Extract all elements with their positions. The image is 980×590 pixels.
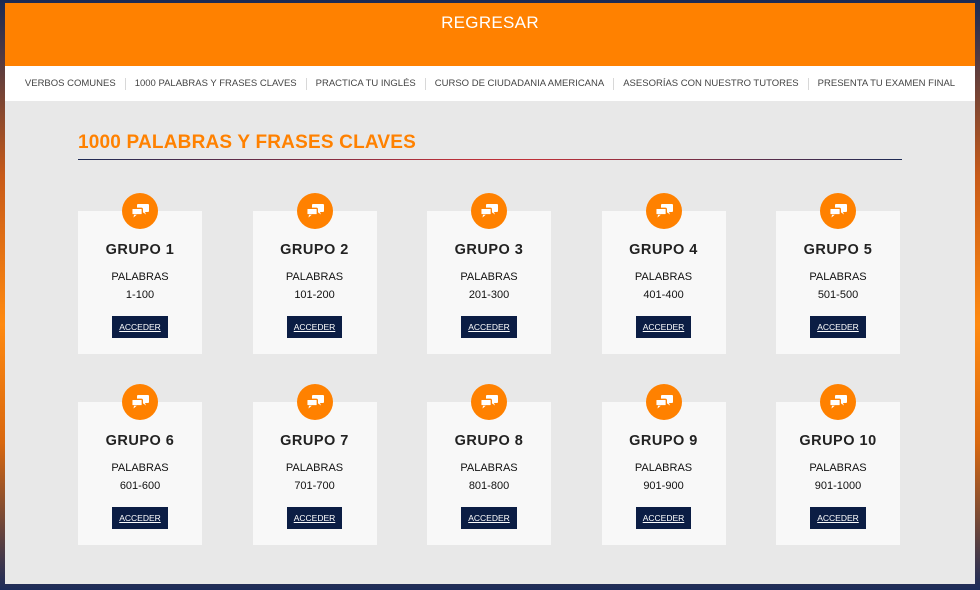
acceder-button-3[interactable]: ACCEDER <box>461 316 517 338</box>
group-card-4: GRUPO 4 PALABRAS 401-400 ACCEDER <box>601 193 726 354</box>
group-title: GRUPO 7 <box>280 433 349 449</box>
group-title: GRUPO 8 <box>454 433 524 449</box>
group-card-10: GRUPO 10 PALABRAS 901-1000 ACCEDER <box>776 384 900 545</box>
nav-item-verbos-comunes[interactable]: VERBOS COMUNES <box>16 77 126 90</box>
group-title: GRUPO 3 <box>454 242 524 258</box>
acceder-button-7[interactable]: ACCEDER <box>286 507 343 529</box>
acceder-button-8[interactable]: ACCEDER <box>461 507 517 529</box>
chat-bubbles-icon <box>471 384 507 420</box>
group-card-grid: GRUPO 1 PALABRAS 1-100 ACCEDER GRUPO 2 P… <box>78 193 902 545</box>
chat-bubbles-icon-graphic <box>131 204 149 218</box>
chat-bubbles-icon-graphic <box>829 204 847 218</box>
chat-bubbles-icon <box>645 384 682 420</box>
acceder-button-2[interactable]: ACCEDER <box>286 316 343 338</box>
nav-item-palabras-frases[interactable]: 1000 PALABRAS Y FRASES CLAVES <box>126 77 307 90</box>
chat-bubbles-icon <box>645 193 682 229</box>
group-title: GRUPO 2 <box>280 242 349 258</box>
nav-item-curso-ciudadania[interactable]: CURSO DE CIUDADANIA AMERICANA <box>426 77 615 90</box>
group-card-2: GRUPO 2 PALABRAS 101-200 ACCEDER <box>252 193 377 354</box>
chat-bubbles-icon-graphic <box>305 395 324 409</box>
title-divider <box>78 159 902 160</box>
chat-bubbles-icon-graphic <box>305 204 324 218</box>
chat-bubbles-icon-graphic <box>829 395 847 409</box>
group-range: 501-500 <box>817 289 859 301</box>
group-range: 701-700 <box>294 480 335 492</box>
group-label: PALABRAS <box>111 462 169 474</box>
group-range: 401-400 <box>643 289 684 301</box>
group-label: PALABRAS <box>111 271 169 283</box>
group-label: PALABRAS <box>285 271 344 283</box>
nav-item-asesorias-tutores[interactable]: ASESORÍAS CON NUESTRO TUTORES <box>614 77 809 90</box>
chat-bubbles-icon <box>820 193 856 229</box>
top-header-bar: REGRESAR <box>5 3 975 66</box>
group-card-7: GRUPO 7 PALABRAS 701-700 ACCEDER <box>252 384 377 545</box>
main-content: 1000 PALABRAS Y FRASES CLAVES GRUPO 1 PA… <box>5 132 975 545</box>
group-card-1: GRUPO 1 PALABRAS 1-100 ACCEDER <box>78 193 202 354</box>
chat-bubbles-icon-graphic <box>654 204 673 218</box>
group-title: GRUPO 9 <box>629 433 698 449</box>
main-navigation: VERBOS COMUNES 1000 PALABRAS Y FRASES CL… <box>5 66 975 101</box>
group-title: GRUPO 6 <box>105 433 175 449</box>
group-range: 101-200 <box>294 289 335 301</box>
group-label: PALABRAS <box>285 462 344 474</box>
group-label: PALABRAS <box>634 462 693 474</box>
chat-bubbles-icon-graphic <box>480 395 498 409</box>
group-range: 601-600 <box>119 480 161 492</box>
group-card-8: GRUPO 8 PALABRAS 801-800 ACCEDER <box>427 384 551 545</box>
group-title: GRUPO 5 <box>803 242 873 258</box>
group-range: 1-100 <box>125 289 155 301</box>
group-range: 201-300 <box>468 289 510 301</box>
chat-bubbles-icon <box>820 384 856 420</box>
chat-bubbles-icon <box>122 193 158 229</box>
group-card-6: GRUPO 6 PALABRAS 601-600 ACCEDER <box>78 384 202 545</box>
back-link[interactable]: REGRESAR <box>441 12 539 34</box>
group-title: GRUPO 4 <box>629 242 698 258</box>
acceder-button-5[interactable]: ACCEDER <box>810 316 866 338</box>
group-label: PALABRAS <box>460 271 518 283</box>
chat-bubbles-icon <box>296 193 333 229</box>
acceder-button-9[interactable]: ACCEDER <box>635 507 692 529</box>
chat-bubbles-icon <box>471 193 507 229</box>
chat-bubbles-icon-graphic <box>131 395 149 409</box>
group-title: GRUPO 10 <box>799 433 877 449</box>
acceder-button-4[interactable]: ACCEDER <box>635 316 692 338</box>
acceder-button-1[interactable]: ACCEDER <box>112 316 168 338</box>
group-title: GRUPO 1 <box>105 242 175 258</box>
chat-bubbles-icon-graphic <box>654 395 673 409</box>
group-label: PALABRAS <box>809 271 867 283</box>
group-card-3: GRUPO 3 PALABRAS 201-300 ACCEDER <box>427 193 551 354</box>
group-range: 801-800 <box>468 480 510 492</box>
nav-item-examen-final[interactable]: PRESENTA TU EXAMEN FINAL <box>809 78 964 90</box>
chat-bubbles-icon <box>296 384 333 420</box>
chat-bubbles-icon-graphic <box>480 204 498 218</box>
group-range: 901-900 <box>643 480 684 492</box>
group-card-9: GRUPO 9 PALABRAS 901-900 ACCEDER <box>601 384 726 545</box>
group-label: PALABRAS <box>809 462 867 474</box>
group-label: PALABRAS <box>460 462 518 474</box>
page-frame: REGRESAR VERBOS COMUNES 1000 PALABRAS Y … <box>5 3 975 584</box>
page-title: 1000 PALABRAS Y FRASES CLAVES <box>78 132 417 153</box>
group-label: PALABRAS <box>634 271 693 283</box>
chat-bubbles-icon <box>122 384 158 420</box>
group-card-5: GRUPO 5 PALABRAS 501-500 ACCEDER <box>776 193 900 354</box>
group-range: 901-1000 <box>814 480 862 492</box>
acceder-button-10[interactable]: ACCEDER <box>810 507 866 529</box>
nav-item-practica-ingles[interactable]: PRACTICA TU INGLÉS <box>307 77 426 90</box>
acceder-button-6[interactable]: ACCEDER <box>112 507 168 529</box>
